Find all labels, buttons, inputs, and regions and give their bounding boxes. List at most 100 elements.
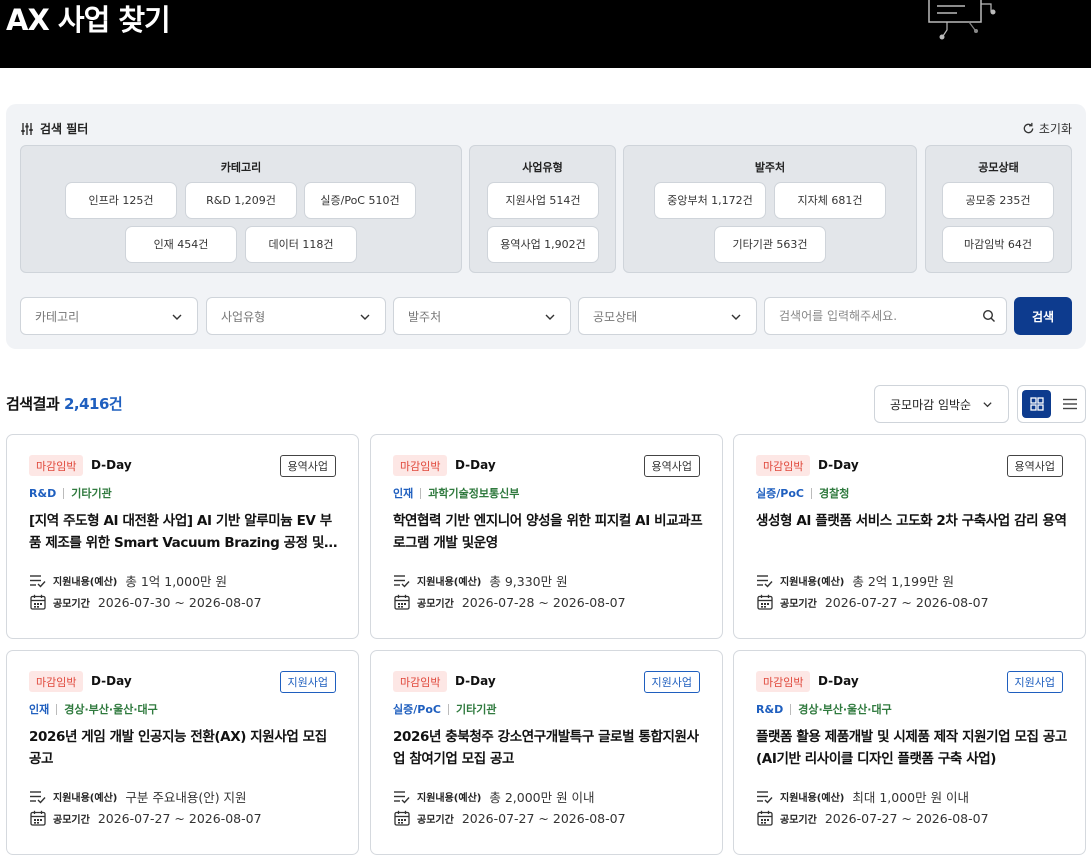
budget-label: 지원내용(예산) — [780, 577, 845, 588]
business-type-filter-group: 사업유형 지원사업 514건 용역사업 1,902건 — [469, 145, 616, 273]
chip-other-agency[interactable]: 기타기관 563건 — [714, 226, 826, 263]
period-label: 공모기간 — [780, 814, 817, 826]
card-title[interactable]: [지역 주도형 AI 대전환 사업] AI 기반 알루미늄 EV 부품 제조를 … — [29, 510, 341, 554]
list-view-button[interactable] — [1055, 390, 1084, 418]
search-filter-panel: 검색 필터 초기화 카테고리 인프라 125건 R&D 1,209건 실증/Po… — [6, 104, 1086, 349]
chip-support[interactable]: 지원사업 514건 — [487, 182, 599, 219]
chip-central-ministry[interactable]: 중앙부처 1,172건 — [654, 182, 766, 219]
page-header: AX 사업 찾기 — [0, 0, 1091, 68]
chip-local-gov[interactable]: 지자체 681건 — [774, 182, 886, 219]
budget-label: 지원내용(예산) — [780, 793, 845, 804]
period-row: 공모기간 2026-07-28 ~ 2026-08-07 — [393, 594, 626, 610]
card-meta: R&D 기타기관 — [29, 486, 112, 501]
dday-label: D-Day — [455, 458, 496, 472]
agency-select[interactable]: 발주처 — [393, 297, 571, 335]
sort-select[interactable]: 공모마감 임박순 — [874, 385, 1009, 423]
checklist-icon — [394, 574, 410, 588]
search-button[interactable]: 검색 — [1014, 297, 1072, 335]
card-meta: 실증/PoC 경찰청 — [756, 486, 849, 501]
checklist-icon — [30, 574, 46, 588]
card-title[interactable]: 2026년 충북청주 강소연구개발특구 글로벌 통합지원사업 참여기업 모집 공… — [393, 726, 705, 770]
checklist-icon — [394, 790, 410, 804]
business-type-tag: 지원사업 — [643, 671, 700, 693]
deadline-badge: 마감임박 — [756, 455, 811, 476]
chip-infra[interactable]: 인프라 125건 — [65, 182, 177, 219]
project-card[interactable]: 마감임박 D-Day 용역사업 인재 과학기술정보통신부 학연협력 기반 엔지니어 양성을… — [370, 434, 723, 639]
chevron-down-icon — [545, 314, 555, 320]
chip-closing-soon[interactable]: 마감임박 64건 — [942, 226, 1054, 263]
chip-data[interactable]: 데이터 118건 — [245, 226, 357, 263]
group-title-category: 카테고리 — [220, 161, 262, 174]
period-label: 공모기간 — [780, 598, 817, 610]
chip-talent[interactable]: 인재 454건 — [125, 226, 237, 263]
budget-row: 지원내용(예산) 최대 1,000만 원 이내 — [756, 787, 969, 806]
group-title-business-type: 사업유형 — [522, 161, 563, 174]
calendar-icon — [757, 594, 773, 610]
period-value: 2026-07-30 ~ 2026-08-07 — [97, 594, 262, 610]
budget-value: 총 9,330만 원 — [489, 574, 568, 589]
budget-row: 지원내용(예산) 총 1억 1,000만 원 — [29, 571, 227, 590]
period-row: 공모기간 2026-07-27 ~ 2026-08-07 — [756, 594, 989, 610]
period-value: 2026-07-27 ~ 2026-08-07 — [824, 594, 989, 610]
card-meta: R&D 경상·부산·울산·대구 — [756, 702, 892, 717]
chip-open[interactable]: 공모중 235건 — [942, 182, 1054, 219]
business-type-tag: 지원사업 — [279, 671, 336, 693]
dday-label: D-Day — [818, 674, 859, 688]
status-select-value: 공모상태 — [593, 309, 638, 324]
budget-value: 총 2,000만 원 이내 — [489, 790, 595, 805]
card-title[interactable]: 생성형 AI 플랫폼 서비스 고도화 2차 구축사업 감리 용역 — [756, 510, 1068, 532]
chevron-down-icon — [983, 402, 992, 408]
card-category: R&D — [756, 703, 784, 716]
budget-row: 지원내용(예산) 총 2억 1,199만 원 — [756, 571, 954, 590]
category-select-value: 카테고리 — [35, 309, 80, 324]
view-toggle — [1017, 385, 1086, 423]
card-title[interactable]: 플랫폼 활용 제품개발 및 시제품 제작 지원기업 모집 공고(AI기반 리사이… — [756, 726, 1068, 770]
budget-value: 총 2억 1,199만 원 — [852, 574, 955, 589]
project-card[interactable]: 마감임박 D-Day 용역사업 R&D 기타기관 [지역 주도형 AI 대전환 사업] A… — [6, 434, 359, 639]
divider — [447, 704, 449, 715]
card-title[interactable]: 학연협력 기반 엔지니어 양성을 위한 피지컬 AI 비교과프로그램 개발 및운… — [393, 510, 705, 554]
search-box — [764, 297, 1007, 335]
divider — [810, 488, 812, 499]
status-select[interactable]: 공모상태 — [578, 297, 757, 335]
card-category: R&D — [29, 487, 57, 500]
card-agency: 경찰청 — [818, 487, 850, 500]
project-card[interactable]: 마감임박 D-Day 용역사업 실증/PoC 경찰청 생성형 AI 플랫폼 서비스 고도화… — [733, 434, 1086, 639]
period-row: 공모기간 2026-07-27 ~ 2026-08-07 — [393, 810, 626, 826]
business-type-select[interactable]: 사업유형 — [206, 297, 386, 335]
divider — [56, 704, 58, 715]
chip-rnd[interactable]: R&D 1,209건 — [185, 182, 297, 219]
period-label: 공모기간 — [417, 598, 454, 610]
card-title[interactable]: 2026년 게임 개발 인공지능 전환(AX) 지원사업 모집 공고 — [29, 726, 341, 770]
period-row: 공모기간 2026-07-27 ~ 2026-08-07 — [29, 810, 262, 826]
business-type-tag: 지원사업 — [1006, 671, 1063, 693]
budget-value: 최대 1,000만 원 이내 — [852, 790, 970, 805]
agency-filter-group: 발주처 중앙부처 1,172건 지자체 681건 기타기관 563건 — [623, 145, 917, 273]
project-card[interactable]: 마감임박 D-Day 지원사업 실증/PoC 기타기관 2026년 충북청주 강소연구개발… — [370, 650, 723, 855]
search-input[interactable] — [765, 298, 975, 334]
chip-poc[interactable]: 실증/PoC 510건 — [304, 182, 416, 219]
budget-label: 지원내용(예산) — [53, 793, 118, 804]
project-card[interactable]: 마감임박 D-Day 지원사업 인재 경상·부산·울산·대구 2026년 게임 개발 인공… — [6, 650, 359, 855]
card-category: 인재 — [393, 487, 414, 500]
card-agency: 기타기관 — [71, 487, 112, 500]
category-filter-group: 카테고리 인프라 125건 R&D 1,209건 실증/PoC 510건 인재 … — [20, 145, 462, 273]
card-meta: 실증/PoC 기타기관 — [393, 702, 496, 717]
period-value: 2026-07-27 ~ 2026-08-07 — [824, 810, 989, 826]
search-icon[interactable] — [982, 309, 996, 323]
budget-row: 지원내용(예산) 총 9,330만 원 — [393, 571, 568, 590]
deadline-badge: 마감임박 — [393, 671, 448, 692]
card-agency: 과학기술정보통신부 — [428, 487, 520, 500]
card-meta: 인재 과학기술정보통신부 — [393, 486, 519, 501]
result-count: 2,416건 — [63, 395, 123, 413]
category-select[interactable]: 카테고리 — [20, 297, 198, 335]
project-card[interactable]: 마감임박 D-Day 지원사업 R&D 경상·부산·울산·대구플랫폼 활용 제품개발 및… — [733, 650, 1086, 855]
grid-view-button[interactable] — [1022, 390, 1051, 418]
budget-value: 구분 주요내용(안) 지원 — [125, 790, 247, 805]
deadline-badge: 마감임박 — [756, 671, 811, 692]
dday-label: D-Day — [91, 674, 132, 688]
business-type-tag: 용역사업 — [279, 455, 336, 477]
reset-button[interactable]: 초기화 — [1022, 120, 1072, 137]
card-category: 인재 — [29, 703, 50, 716]
chip-service[interactable]: 용역사업 1,902건 — [487, 226, 599, 263]
